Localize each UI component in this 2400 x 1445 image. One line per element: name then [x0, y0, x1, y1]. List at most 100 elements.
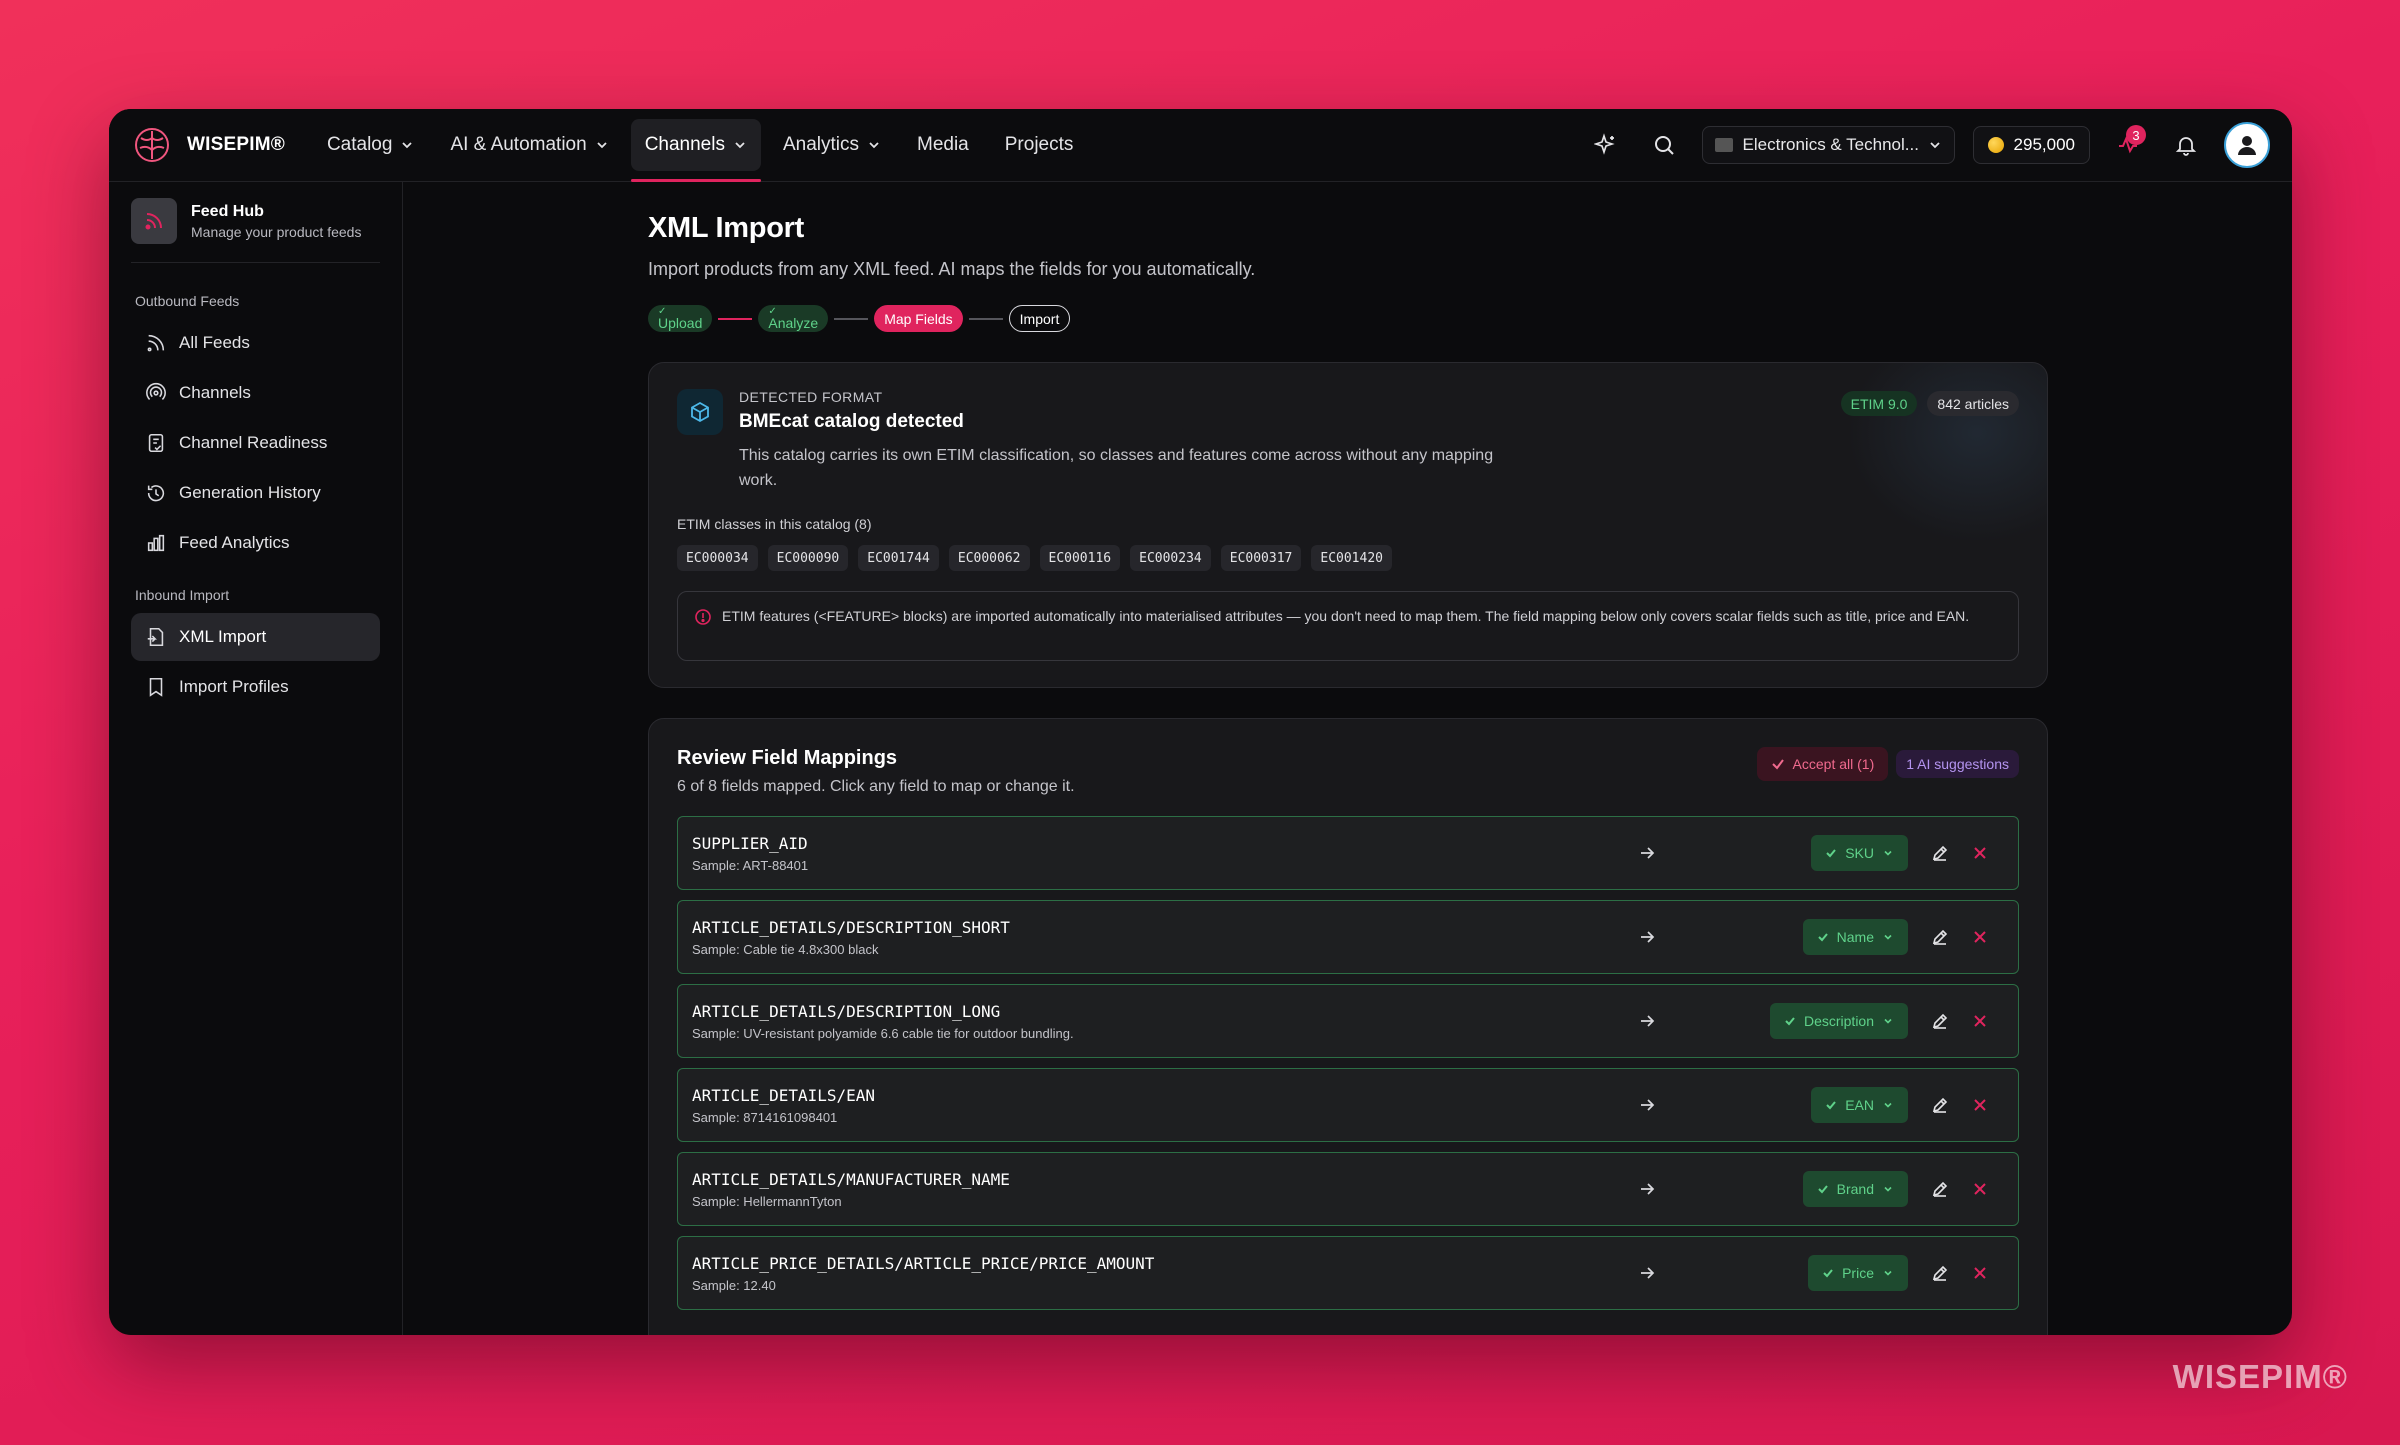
chevron-down-icon: [1884, 1018, 1892, 1024]
rss-icon: [147, 334, 165, 352]
ai-sparkle-button[interactable]: [1586, 125, 1626, 165]
sidebar-item-import-profiles[interactable]: Import Profiles: [131, 663, 380, 711]
sidebar-item-feed-analytics[interactable]: Feed Analytics: [131, 519, 380, 567]
source-field: SUPPLIER_AID: [692, 833, 808, 853]
etim-code-chip: EC000317: [1220, 545, 1302, 571]
brand[interactable]: WISEPIM®: [131, 124, 285, 166]
chevron-down-icon: [1884, 1186, 1892, 1192]
search-icon: [1654, 136, 1674, 155]
field-mappings-card: Review Field Mappings 6 of 8 fields mapp…: [648, 718, 2048, 1335]
arrow-right-icon: [1641, 931, 1655, 943]
check-icon: [1826, 849, 1836, 858]
sidebar-item-label: Channels: [179, 383, 251, 402]
check-icon: [1823, 1269, 1833, 1278]
target-field-select[interactable]: EAN: [1811, 1087, 1908, 1123]
step-analyze[interactable]: ✓ Analyze: [758, 305, 829, 332]
arrow-right-icon: [1641, 1015, 1655, 1027]
target-field-label: Price: [1842, 1265, 1874, 1281]
sidebar-item-channels[interactable]: Channels: [131, 369, 380, 417]
page-title: XML Import: [648, 212, 804, 244]
feed-hub-header: Feed Hub Manage your product feeds: [131, 198, 380, 263]
pencil-icon[interactable]: [1930, 1263, 1950, 1283]
etim-code-chip: EC000034: [677, 545, 758, 571]
activity-button[interactable]: 3: [2108, 125, 2148, 165]
mappings-subtitle: 6 of 8 fields mapped. Click any field to…: [677, 778, 1075, 795]
mapping-row[interactable]: ARTICLE_DETAILS/MANUFACTURER_NAME Sample:…: [677, 1152, 2019, 1226]
chevron-down-icon: [1884, 934, 1892, 940]
close-icon[interactable]: [1970, 1263, 1990, 1283]
sample-value: Sample: ART-88401: [692, 857, 809, 873]
close-icon[interactable]: [1970, 927, 1990, 947]
target-field-select[interactable]: SKU: [1811, 835, 1908, 871]
credits-display[interactable]: 295,000: [1972, 126, 2090, 164]
nav-analytics[interactable]: Analytics: [769, 119, 895, 171]
sidebar-item-xml-import[interactable]: XML Import: [131, 613, 380, 661]
target-field-label: SKU: [1845, 845, 1874, 861]
watermark: WISEPIM®: [2172, 1358, 2348, 1395]
mapping-row[interactable]: ARTICLE_DETAILS/DESCRIPTION_SHORT Sample:…: [677, 900, 2019, 974]
chevron-down-icon: [402, 142, 413, 149]
step-upload[interactable]: ✓ Upload: [648, 305, 713, 332]
target-field-select[interactable]: Name: [1802, 919, 1908, 955]
nav-catalog[interactable]: Catalog: [313, 119, 429, 171]
nav-projects[interactable]: Projects: [991, 119, 1088, 171]
etim-code-chip: EC000116: [1039, 545, 1121, 571]
workspace-name: Electronics & Technol...: [1742, 135, 1918, 154]
bar-chart-icon: [147, 534, 165, 552]
mapping-row[interactable]: SUPPLIER_AID Sample: ART-88401 SKU: [677, 816, 2019, 890]
target-field-select[interactable]: Description: [1769, 1003, 1908, 1039]
notice-text: ETIM features (<FEATURE> blocks) are imp…: [722, 608, 1970, 624]
pencil-icon[interactable]: [1930, 843, 1950, 863]
search-button[interactable]: [1644, 125, 1684, 165]
step-map-fields[interactable]: Map Fields: [874, 305, 963, 332]
check-icon: [1785, 1017, 1795, 1026]
mapping-row[interactable]: ARTICLE_DETAILS/EAN Sample: 8714161098401…: [677, 1068, 2019, 1142]
format-description: This catalog carries its own ETIM classi…: [739, 447, 1494, 489]
workspace-select[interactable]: Electronics & Technol...: [1701, 126, 1955, 164]
alert-count-badge: 3: [2126, 125, 2146, 145]
pencil-icon[interactable]: [1930, 1179, 1950, 1199]
step-label: Map Fields: [884, 310, 953, 327]
close-icon[interactable]: [1970, 1095, 1990, 1115]
etim-code-chip: EC001744: [858, 545, 939, 571]
accept-all-label: Accept all (1): [1792, 756, 1875, 772]
nav-label: Media: [917, 134, 969, 155]
pencil-icon[interactable]: [1930, 1095, 1950, 1115]
ai-suggestions-chip[interactable]: 1 AI suggestions: [1896, 750, 2019, 778]
nav-channels[interactable]: Channels: [630, 119, 762, 182]
notifications-button[interactable]: [2166, 125, 2206, 165]
pencil-icon[interactable]: [1930, 927, 1950, 947]
sidebar-item-all-feeds[interactable]: All Feeds: [131, 319, 380, 367]
main-content: XML Import Import products from any XML …: [403, 182, 2292, 1335]
target-field-select[interactable]: Brand: [1802, 1171, 1908, 1207]
nav-media[interactable]: Media: [903, 119, 983, 171]
app-window: WISEPIM® Catalog AI & Automation Channels A…: [109, 109, 2292, 1335]
brain-logo-icon: [135, 128, 169, 162]
chevron-down-icon: [1884, 850, 1892, 856]
bell-icon: [2175, 137, 2197, 156]
flag-icon: [1714, 138, 1733, 152]
close-icon[interactable]: [1970, 1011, 1990, 1031]
close-icon[interactable]: [1970, 1179, 1990, 1199]
outbound-section-label: Outbound Feeds: [135, 293, 240, 309]
check-icon: ✓: [658, 306, 667, 317]
sparkle-icon: [1593, 133, 1615, 155]
user-avatar[interactable]: [2224, 122, 2270, 168]
sidebar-item-channel-readiness[interactable]: Channel Readiness: [131, 419, 380, 467]
format-label: DETECTED FORMAT: [739, 389, 883, 405]
close-icon[interactable]: [1970, 843, 1990, 863]
bookmark-icon: [149, 677, 163, 697]
arrow-right-icon: [1641, 1099, 1655, 1111]
mapping-row[interactable]: ARTICLE_PRICE_DETAILS/ARTICLE_PRICE/PRIC…: [677, 1236, 2019, 1310]
sidebar-item-generation-history[interactable]: Generation History: [131, 469, 380, 517]
target-field-select[interactable]: Price: [1808, 1255, 1908, 1291]
step-connector: [834, 317, 869, 320]
mapping-row[interactable]: ARTICLE_DETAILS/DESCRIPTION_LONG Sample: …: [677, 984, 2019, 1058]
target-field-label: Description: [1803, 1013, 1874, 1029]
step-import[interactable]: Import: [1008, 305, 1071, 332]
nav-ai-automation[interactable]: AI & Automation: [436, 119, 622, 171]
pencil-icon[interactable]: [1930, 1011, 1950, 1031]
etim-codes-list: EC000034 EC000090 EC001744 EC000062 EC000116…: [677, 545, 2019, 571]
history-icon: [147, 485, 165, 502]
accept-all-button[interactable]: Accept all (1): [1756, 747, 1889, 781]
